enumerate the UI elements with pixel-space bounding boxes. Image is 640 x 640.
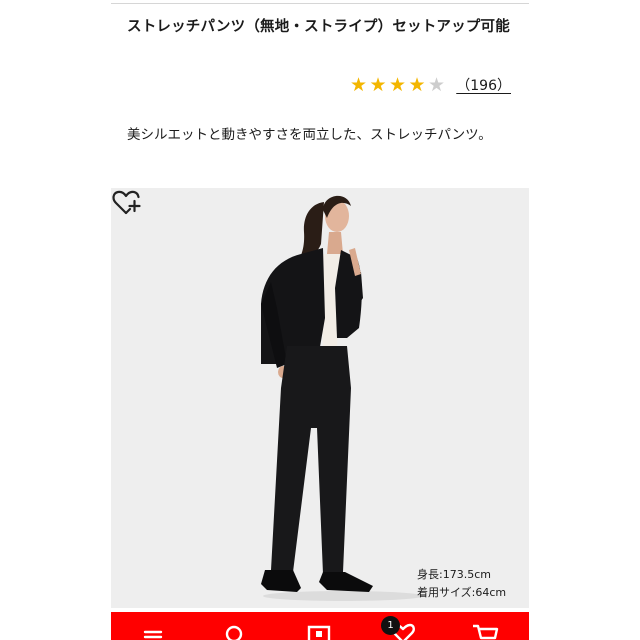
model-height: 身長:173.5cm: [417, 568, 491, 581]
star-filled-icon: ★: [408, 73, 426, 96]
heart-plus-icon[interactable]: [111, 188, 141, 218]
model-info: 身長:173.5cm 着用サイズ:64cm: [417, 566, 527, 602]
divider: [111, 3, 529, 4]
star-empty-icon: ★: [427, 73, 446, 96]
cart-count-badge: 1: [381, 616, 400, 635]
product-title: ストレッチパンツ（無地・ストライプ）セットアップ可能: [127, 19, 510, 35]
model-size: 着用サイズ:64cm: [417, 586, 507, 599]
bottom-nav-bar: [111, 612, 529, 640]
product-description: 美シルエットと動きやすさを両立した、ストレッチパンツ。: [127, 127, 492, 143]
star-filled-icon: ★: [349, 73, 368, 96]
review-count-link[interactable]: （196）: [456, 75, 511, 95]
store-icon[interactable]: [299, 612, 339, 640]
rating-row: ★ ★ ★ ★ ★ （196）: [349, 73, 511, 97]
product-image[interactable]: 身長:173.5cm 着用サイズ:64cm: [111, 188, 529, 608]
star-filled-icon: ★: [388, 73, 407, 96]
menu-icon[interactable]: [133, 612, 173, 640]
product-page: ストレッチパンツ（無地・ストライプ）セットアップ可能 ★ ★ ★ ★ ★ （196） 美…: [111, 0, 529, 640]
cart-icon[interactable]: [465, 612, 505, 640]
model-photo: [261, 195, 423, 601]
search-icon[interactable]: [214, 612, 254, 640]
star-rating: ★ ★ ★ ★ ★: [349, 73, 447, 96]
star-filled-icon: ★: [369, 73, 387, 96]
